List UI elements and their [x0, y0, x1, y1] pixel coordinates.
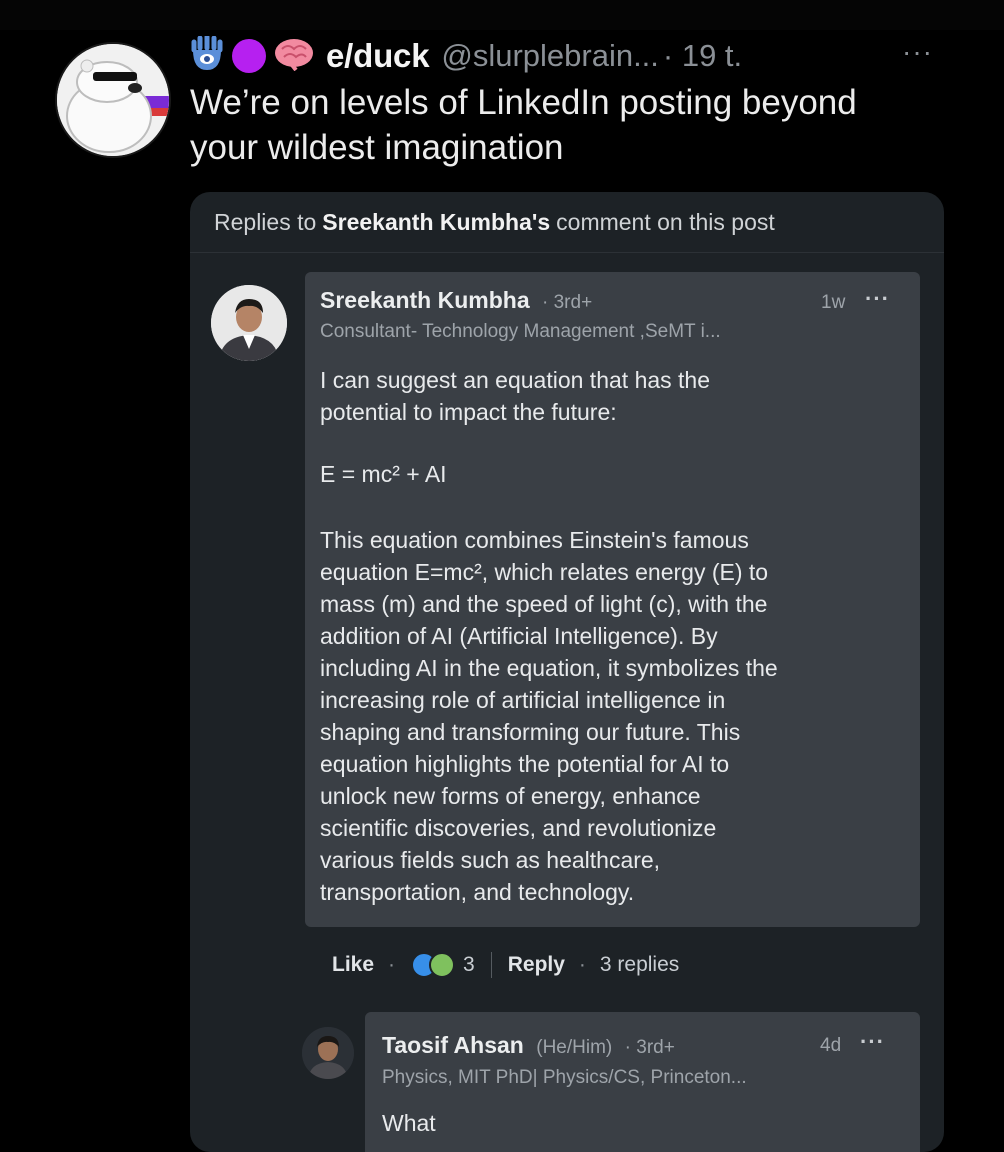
more-options-icon[interactable]: ··· [902, 36, 933, 68]
header-prefix: Replies to [214, 208, 317, 235]
reply-button[interactable]: Reply [508, 953, 565, 977]
replier-avatar[interactable] [302, 1027, 354, 1079]
comment-line: addition of AI (Artificial Intelligence)… [320, 623, 718, 649]
reaction-count[interactable]: 3 [463, 953, 475, 977]
comment-line: equation E=mc², which relates energy (E)… [320, 559, 769, 585]
equation-line: E = mc² + AI [320, 461, 447, 487]
comment-line: I can suggest an equation that has the [320, 367, 711, 393]
comment-bubble: Sreekanth Kumbha · 3rd+ 1w ··· Consultan… [305, 272, 920, 927]
polar-bear-avatar-icon [57, 44, 169, 156]
replies-header: Replies to Sreekanth Kumbha's comment on… [190, 192, 944, 253]
separator-dot: · [578, 953, 586, 976]
top-band [0, 0, 1004, 30]
tweet-header: e/duck @slurplebrain... · 19 t. [190, 34, 742, 78]
like-button[interactable]: Like [332, 953, 374, 977]
tweet-text: We’re on levels of LinkedIn posting beyo… [190, 80, 970, 170]
embedded-screenshot: Replies to Sreekanth Kumbha's comment on… [190, 192, 944, 1152]
comment-line: shaping and transforming our future. Thi… [320, 719, 741, 745]
comment-line: transportation, and technology. [320, 879, 635, 905]
brain-icon [274, 37, 314, 76]
reply-time: 4d [820, 1035, 842, 1056]
comment-line: mass (m) and the speed of light (c), wit… [320, 591, 768, 617]
person-avatar-icon [211, 285, 287, 361]
comment-author[interactable]: Sreekanth Kumbha · 3rd+ [320, 287, 592, 314]
comment-line: potential to impact the future: [320, 399, 617, 425]
tweet-text-line: your wildest imagination [190, 128, 564, 167]
purple-circle-icon [232, 39, 266, 73]
reply-pronouns: (He/Him) [536, 1037, 613, 1058]
commenter-avatar[interactable] [211, 285, 287, 361]
reply-more-icon[interactable]: ··· [860, 1029, 885, 1055]
hamsa-icon [190, 34, 224, 77]
avatar[interactable] [55, 42, 171, 158]
handle[interactable]: @slurplebrain... [441, 38, 659, 74]
reply-bubble: Taosif Ahsan (He/Him) · 3rd+ 4d ··· Phys… [365, 1012, 920, 1152]
replies-link[interactable]: 3 replies [600, 953, 679, 977]
display-name[interactable]: e/duck [326, 37, 430, 75]
tweet-text-line: We’re on levels of LinkedIn posting beyo… [190, 83, 857, 122]
comment-more-icon[interactable]: ··· [865, 286, 890, 312]
comment-line: including AI in the equation, it symboli… [320, 655, 778, 681]
comment-line: unlock new forms of energy, enhance [320, 783, 701, 809]
reply-author[interactable]: Taosif Ahsan (He/Him) · 3rd+ [382, 1032, 675, 1059]
comment-line: This equation combines Einstein's famous [320, 527, 749, 553]
reactions[interactable] [411, 952, 456, 978]
comment-line: various fields such as healthcare, [320, 847, 661, 873]
reply-headline: Physics, MIT PhD| Physics/CS, Princeton.… [382, 1067, 747, 1088]
comment-line: scientific discoveries, and revolutioniz… [320, 815, 717, 841]
comment-author-name[interactable]: Sreekanth Kumbha [320, 287, 530, 313]
smile-reaction-icon [429, 952, 456, 978]
comment-actions: Like · 3 Reply · 3 replies [332, 950, 679, 980]
tweet-time[interactable]: · 19 t. [663, 38, 742, 74]
comment-headline: Consultant- Technology Management ,SeMT … [320, 321, 721, 342]
separator-dot: · [388, 953, 396, 976]
comment-time: 1w [821, 292, 846, 313]
connection-degree: · 3rd+ [542, 292, 593, 313]
person-avatar-icon [302, 1027, 354, 1079]
reply-author-name[interactable]: Taosif Ahsan [382, 1032, 524, 1058]
comment-line: equation highlights the potential for AI… [320, 751, 730, 777]
header-name[interactable]: Sreekanth Kumbha's [322, 209, 550, 236]
divider [490, 952, 492, 978]
reply-text: What [382, 1110, 436, 1136]
comment-line: increasing role of artificial intelligen… [320, 687, 726, 713]
connection-degree: · 3rd+ [624, 1037, 675, 1058]
header-mid: comment on this post [556, 208, 775, 235]
